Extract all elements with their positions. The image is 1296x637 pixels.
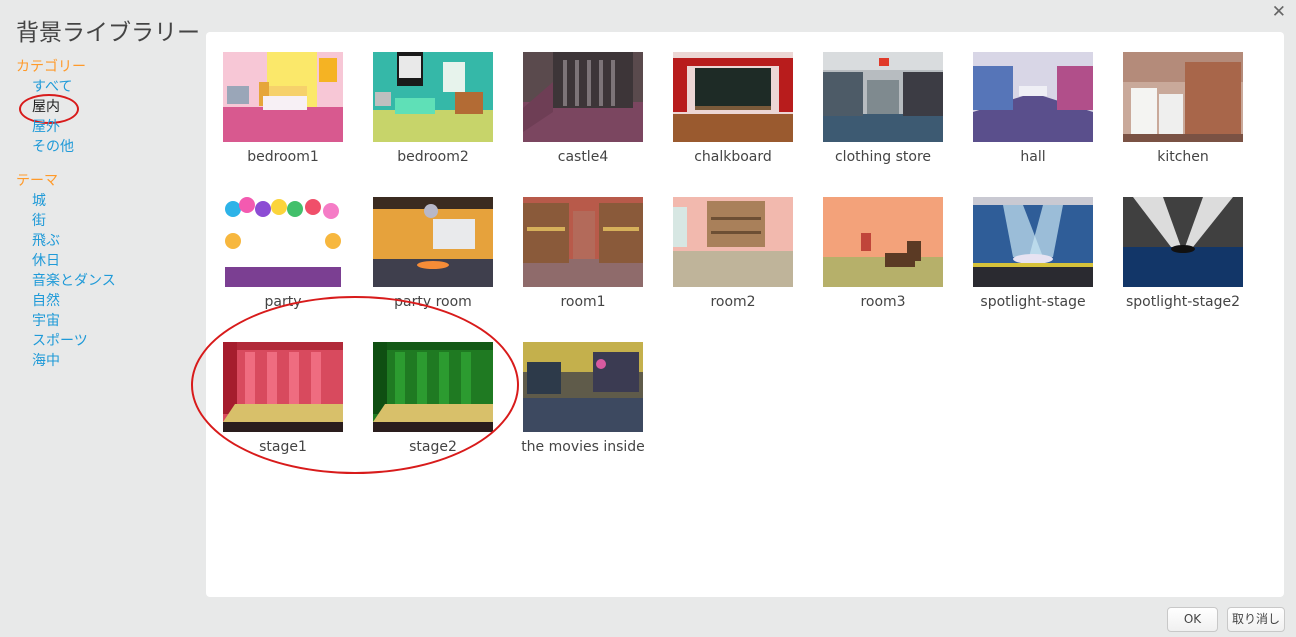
backdrop-name: room2 [710,294,756,310]
backdrop-thumbnail [523,197,643,287]
backdrop-tile-party[interactable]: party [206,177,356,317]
theme-music-dance[interactable]: 音楽とダンス [16,271,196,291]
close-icon[interactable]: ✕ [1272,3,1286,21]
backdrop-thumbnail [823,197,943,287]
backdrop-thumbnail [373,52,493,142]
backdrop-thumbnail [673,52,793,142]
category-outdoors[interactable]: 屋外 [16,117,196,137]
backdrop-thumbnail [223,342,343,432]
backdrop-name: spotlight-stage2 [1125,294,1241,310]
dialog-title: 背景ライブラリー [16,20,200,46]
backdrop-tile-chalkboard[interactable]: chalkboard [656,32,806,172]
ok-button[interactable]: OK [1167,607,1218,632]
backdrop-thumbnail [373,197,493,287]
backdrop-name: kitchen [1157,149,1209,165]
backdrop-name: stage2 [409,439,457,455]
backdrop-name: bedroom1 [247,149,319,165]
backdrop-name: spotlight-stage [980,294,1086,310]
theme-castle[interactable]: 城 [16,191,196,211]
backdrop-name: party [264,294,302,310]
backdrop-name: party room [394,294,472,310]
backdrop-thumbnail [1123,197,1243,287]
backdrop-tile-room3[interactable]: room3 [806,177,956,317]
backdrop-thumbnail [973,52,1093,142]
backdrop-thumbnail [523,52,643,142]
backdrop-tile-hall[interactable]: hall [956,32,1106,172]
backdrop-thumbnail [673,197,793,287]
backdrop-name: room3 [860,294,906,310]
backdrop-tile-spotlight-stage2[interactable]: spotlight-stage2 [1106,177,1256,317]
backdrop-name: the movies inside [521,439,645,455]
category-indoors[interactable]: 屋内 [16,94,196,124]
backdrop-name: bedroom2 [397,149,469,165]
backdrop-tile-party-room[interactable]: party room [356,177,506,317]
backdrop-tile-stage2[interactable]: stage2 [356,322,506,462]
backdrop-tile-spotlight-stage[interactable]: spotlight-stage [956,177,1106,317]
theme-sports[interactable]: スポーツ [16,331,196,351]
backdrop-name: stage1 [259,439,307,455]
backdrop-library-panel: bedroom1 bedroom2 castle4 chalkboard clo… [206,32,1284,597]
category-other[interactable]: その他 [16,137,196,157]
backdrop-tile-castle4[interactable]: castle4 [506,32,656,172]
backdrop-thumbnail [973,197,1093,287]
theme-flying[interactable]: 飛ぶ [16,231,196,251]
backdrop-thumbnail [223,197,343,287]
backdrop-tile-bedroom2[interactable]: bedroom2 [356,32,506,172]
backdrop-tile-clothing-store[interactable]: clothing store [806,32,956,172]
backdrop-tile-the-movies-inside[interactable]: the movies inside [506,322,656,462]
backdrop-thumbnail [1123,52,1243,142]
backdrop-name: hall [1020,149,1046,165]
backdrop-name: castle4 [557,149,609,165]
backdrop-thumbnail [373,342,493,432]
theme-holiday[interactable]: 休日 [16,251,196,271]
cancel-button[interactable]: 取り消し [1227,607,1285,632]
category-header: カテゴリー [16,59,86,75]
backdrop-name: chalkboard [694,149,772,165]
backdrop-tile-room2[interactable]: room2 [656,177,806,317]
theme-nature[interactable]: 自然 [16,291,196,311]
sidebar: カテゴリー すべて 屋内 屋外 その他 テーマ 城 街 飛ぶ 休日 音楽とダンス… [16,57,196,371]
theme-underwater[interactable]: 海中 [16,351,196,371]
backdrop-thumbnail [223,52,343,142]
backdrop-name: clothing store [834,149,932,165]
backdrop-thumbnail [823,52,943,142]
backdrop-name: room1 [560,294,606,310]
theme-city[interactable]: 街 [16,211,196,231]
backdrop-tile-stage1[interactable]: stage1 [206,322,356,462]
backdrop-tile-bedroom1[interactable]: bedroom1 [206,32,356,172]
backdrop-tile-room1[interactable]: room1 [506,177,656,317]
backdrop-grid: bedroom1 bedroom2 castle4 chalkboard clo… [206,32,1284,597]
theme-space[interactable]: 宇宙 [16,311,196,331]
theme-header: テーマ [16,173,58,189]
backdrop-tile-kitchen[interactable]: kitchen [1106,32,1256,172]
backdrop-thumbnail [523,342,643,432]
